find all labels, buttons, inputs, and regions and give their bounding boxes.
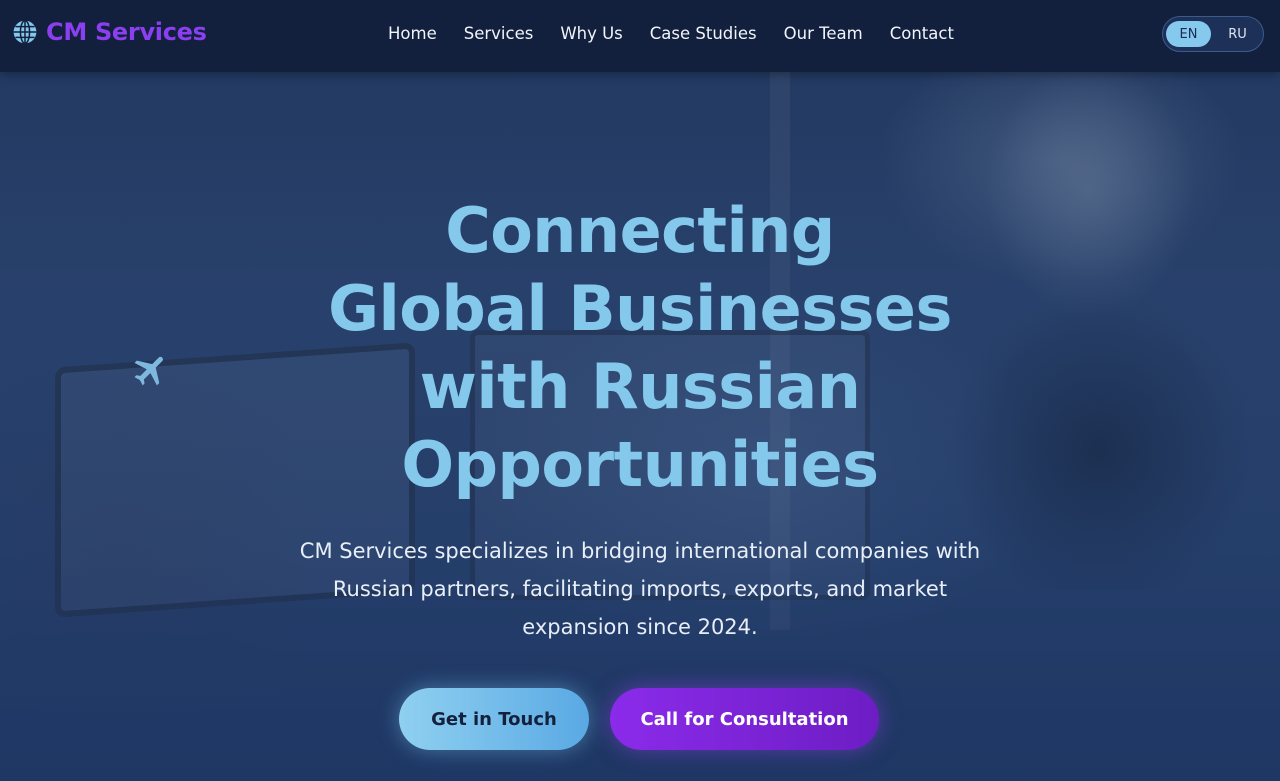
nav-link-home[interactable]: Home [388,22,437,46]
brand-name: CM Services [46,18,207,46]
hero-subtitle-line: Russian partners, facilitating imports, … [332,577,948,601]
get-in-touch-button[interactable]: Get in Touch [399,688,589,750]
nav-link-our-team[interactable]: Our Team [784,22,863,46]
hero-title-line: Global Businesses [328,272,952,345]
language-switcher: EN RU [1162,16,1264,52]
nav-link-case-studies[interactable]: Case Studies [650,22,757,46]
language-option-ru[interactable]: RU [1215,21,1260,47]
call-for-consultation-button[interactable]: Call for Consultation [610,688,879,750]
hero-title-line: Connecting [445,194,835,267]
hero-title: Connecting Global Businesses with Russia… [240,192,1040,504]
language-option-en[interactable]: EN [1166,21,1211,47]
airplane-icon [130,350,172,390]
hero-subtitle: CM Services specializes in bridging inte… [250,532,1030,646]
nav-link-why-us[interactable]: Why Us [560,22,622,46]
brand-logo-link[interactable]: CM Services [12,18,207,46]
hero-subtitle-line: CM Services specializes in bridging inte… [299,539,981,563]
nav-link-contact[interactable]: Contact [890,22,954,46]
globe-icon [12,19,38,45]
hero-title-line: Opportunities [401,428,879,501]
hero-title-line: with Russian [419,350,861,423]
hero-subtitle-line: expansion since 2024. [522,615,758,639]
main-navigation: Home Services Why Us Case Studies Our Te… [388,22,954,46]
top-navbar: CM Services Home Services Why Us Case St… [0,0,1280,72]
nav-link-services[interactable]: Services [464,22,534,46]
